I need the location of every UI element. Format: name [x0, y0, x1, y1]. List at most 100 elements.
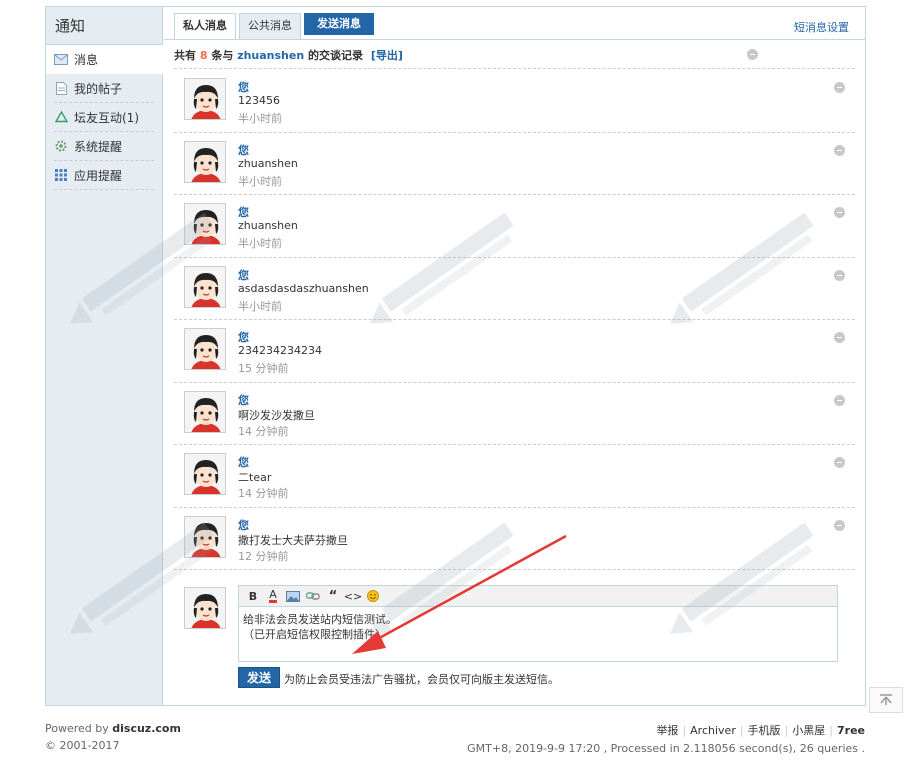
- message-time: 15 分钟前: [238, 362, 289, 375]
- message-item: 您撒打发士大夫萨芬撒旦 12 分钟前: [174, 508, 855, 570]
- arrow-up-icon: [880, 694, 892, 705]
- message-sender: 您: [238, 393, 249, 407]
- copyright: © 2001-2017: [45, 739, 120, 752]
- summary-middle: 条与: [211, 49, 234, 62]
- editor-toolbar: B A “ <>: [239, 586, 837, 607]
- message-text: 二tear: [238, 471, 272, 484]
- delete-message-icon[interactable]: [834, 332, 845, 343]
- message-sender: 您: [238, 331, 249, 344]
- link-icon[interactable]: [303, 588, 323, 604]
- message-item: 您 zhuanshen 半小时前: [174, 195, 855, 258]
- message-text: 234234234234: [238, 344, 322, 357]
- tab-private-messages[interactable]: 私人消息: [174, 13, 236, 40]
- gear-icon: [54, 140, 68, 152]
- powered-prefix: Powered by: [45, 722, 109, 735]
- footer-powered: Powered by discuz.com © 2001-2017: [45, 722, 181, 752]
- export-link[interactable]: [导出]: [371, 49, 403, 62]
- message-time: 半小时前: [238, 174, 282, 188]
- quote-icon[interactable]: “: [323, 588, 343, 604]
- grid-icon: [54, 169, 68, 181]
- footer-link-mobile[interactable]: 手机版: [748, 724, 781, 737]
- message-settings-link[interactable]: 短消息设置: [794, 19, 849, 35]
- message-time: 14 分钟前: [238, 487, 289, 500]
- avatar[interactable]: [184, 140, 226, 183]
- delete-message-icon[interactable]: [834, 457, 845, 468]
- message-item: 您啊沙发沙发撒旦 14 分钟前: [174, 383, 855, 445]
- envelope-icon: [54, 54, 68, 66]
- sidebar-item-label: 应用提醒: [74, 168, 123, 183]
- notification-panel: 通知 消息 我的帖子 坛友互动(1) 系统提醒 应用提醒 私人消息 公共消息 发…: [45, 6, 866, 706]
- image-icon[interactable]: [283, 588, 303, 604]
- footer-link-archiver[interactable]: Archiver: [690, 724, 736, 737]
- message-text: 撒打发士大夫萨芬撒旦: [238, 533, 348, 547]
- delete-message-icon[interactable]: [834, 82, 845, 93]
- sidebar-title: 通知: [46, 7, 162, 45]
- avatar[interactable]: [184, 265, 226, 308]
- message-time: 半小时前: [238, 112, 282, 125]
- message-list: 您 123456 半小时前您 zhuanshen 半小时前您 zhuanshen 半小时前您…: [174, 70, 855, 570]
- sidebar-item-system[interactable]: 系统提醒: [54, 132, 154, 161]
- main-content: 私人消息 公共消息 发送消息 短消息设置 共有 8 条与 zhuanshen 的…: [164, 7, 865, 705]
- message-sender: 您: [238, 268, 249, 282]
- back-to-top-button[interactable]: [869, 687, 903, 713]
- bold-icon[interactable]: B: [243, 588, 263, 604]
- message-sender: 您: [238, 206, 249, 219]
- message-sender: 您: [238, 456, 249, 469]
- footer-brand-link[interactable]: 7ree: [837, 724, 865, 737]
- avatar[interactable]: [184, 203, 226, 245]
- delete-message-icon[interactable]: [834, 269, 845, 281]
- summary-suffix: 的交谈记录: [308, 49, 364, 62]
- sidebar-item-label: 坛友互动(1): [74, 110, 139, 125]
- powered-brand-link[interactable]: discuz.com: [112, 722, 181, 735]
- tab-public-messages[interactable]: 公共消息: [239, 13, 301, 39]
- message-tabs: 私人消息 公共消息 发送消息: [174, 13, 377, 40]
- message-item: 您 123456 半小时前: [174, 70, 855, 133]
- editor-line: 给非法会员发送站内短信测试。: [243, 613, 397, 626]
- message-item: 您 asdasdasdaszhuanshen 半小时前: [174, 258, 855, 320]
- send-button[interactable]: 发送: [238, 667, 281, 688]
- delete-message-icon[interactable]: [834, 394, 845, 406]
- message-sender: 您: [238, 518, 249, 532]
- delete-message-icon[interactable]: [834, 519, 845, 531]
- sidebar-item-messages[interactable]: 消息: [46, 45, 164, 74]
- message-item: 您 234234234234 15 分钟前: [174, 320, 855, 383]
- avatar[interactable]: [184, 328, 226, 370]
- message-editor[interactable]: B A “ <> 给非法会员发送站内短信测试。 （已开启短信权限控制插件）: [238, 585, 838, 662]
- sidebar-item-apps[interactable]: 应用提醒: [54, 161, 154, 190]
- avatar[interactable]: [184, 587, 226, 629]
- font-color-icon[interactable]: A: [263, 588, 283, 604]
- delete-message-icon[interactable]: [834, 144, 845, 156]
- editor-content[interactable]: 给非法会员发送站内短信测试。 （已开启短信权限控制插件）: [239, 607, 837, 647]
- send-restriction-note: 为防止会员受违法广告骚扰，会员仅可向版主发送短信。: [284, 673, 559, 686]
- sidebar-item-label: 消息: [74, 53, 99, 67]
- recycle-icon: [54, 111, 68, 123]
- message-text: 123456: [238, 94, 280, 107]
- message-sender: 您: [238, 143, 249, 157]
- conversation-user[interactable]: zhuanshen: [237, 49, 304, 62]
- message-text: 啊沙发沙发撒旦: [238, 408, 315, 422]
- avatar[interactable]: [184, 515, 226, 558]
- avatar[interactable]: [184, 390, 226, 433]
- message-item: 您 zhuanshen 半小时前: [174, 133, 855, 195]
- tab-divider: [164, 39, 865, 40]
- message-time: 半小时前: [238, 299, 282, 313]
- send-message-button[interactable]: 发送消息: [304, 13, 374, 35]
- avatar[interactable]: [184, 453, 226, 495]
- sidebar-item-my-posts[interactable]: 我的帖子: [54, 74, 154, 103]
- footer-link-blackroom[interactable]: 小黑屋: [792, 724, 825, 737]
- message-text: zhuanshen: [238, 219, 298, 232]
- message-time: 12 分钟前: [238, 549, 289, 563]
- smiley-icon[interactable]: [363, 588, 383, 604]
- footer-link-report[interactable]: 举报: [656, 724, 678, 737]
- sidebar-item-interaction[interactable]: 坛友互动(1): [54, 103, 154, 132]
- message-text: asdasdasdaszhuanshen: [238, 281, 369, 295]
- message-text: zhuanshen: [238, 156, 298, 170]
- message-sender: 您: [238, 81, 249, 94]
- avatar[interactable]: [184, 78, 226, 120]
- message-time: 14 分钟前: [238, 424, 289, 438]
- sidebar: 通知 消息 我的帖子 坛友互动(1) 系统提醒 应用提醒: [46, 7, 164, 705]
- delete-message-icon[interactable]: [834, 207, 845, 218]
- delete-conversation-icon[interactable]: [747, 49, 758, 60]
- sidebar-item-label: 我的帖子: [74, 81, 123, 96]
- code-icon[interactable]: <>: [343, 588, 363, 604]
